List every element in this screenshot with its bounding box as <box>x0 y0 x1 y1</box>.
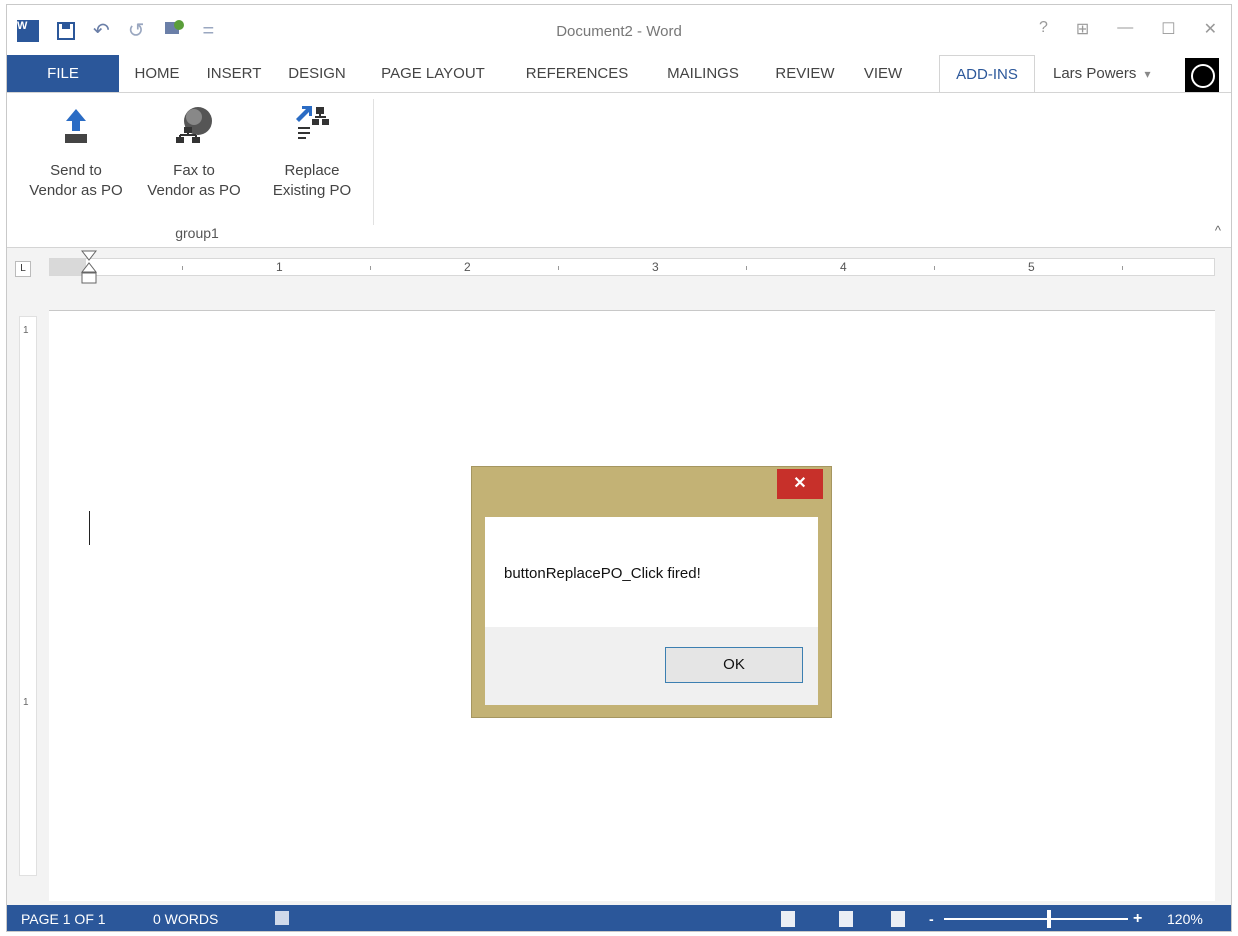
user-name: Lars Powers <box>1053 65 1137 82</box>
zoom-slider-thumb[interactable] <box>1047 910 1051 928</box>
ruler-number: 3 <box>652 260 659 274</box>
tab-selector[interactable]: L <box>15 261 31 277</box>
ruler-number: 4 <box>840 260 847 274</box>
horizontal-ruler[interactable]: 1 2 3 4 5 <box>49 258 1215 276</box>
ribbon-display-options-icon[interactable]: ⊞ <box>1076 19 1089 39</box>
user-account[interactable]: Lars Powers ▾ <box>1053 55 1151 93</box>
user-dropdown-icon[interactable]: ▾ <box>1145 67 1151 81</box>
message-box-dialog: ✕ buttonReplacePO_Click fired! OK <box>471 466 832 718</box>
upload-arrow-icon <box>21 107 131 145</box>
replace-existing-po-label-2: Existing PO <box>272 182 352 199</box>
minimize-icon[interactable]: — <box>1117 19 1133 39</box>
avatar[interactable] <box>1185 58 1219 92</box>
tab-review[interactable]: REVIEW <box>763 55 847 93</box>
tab-add-ins[interactable]: ADD-INS <box>939 55 1035 93</box>
tab-home[interactable]: HOME <box>127 55 187 93</box>
vertical-ruler-mark: 1 <box>23 697 29 708</box>
maximize-icon[interactable]: ☐ <box>1161 19 1175 39</box>
org-chart-arrow-icon <box>257 106 367 145</box>
tab-design[interactable]: DESIGN <box>279 55 355 93</box>
read-mode-icon[interactable] <box>781 911 795 927</box>
print-layout-icon[interactable] <box>839 911 853 927</box>
indent-marker[interactable] <box>80 250 98 284</box>
tab-references[interactable]: REFERENCES <box>513 55 641 93</box>
ruler-tick <box>934 266 935 270</box>
close-icon[interactable]: ✕ <box>1204 19 1217 39</box>
ribbon-add-ins-panel: Send to Vendor as PO Fax to Vendor as PO <box>7 92 1231 248</box>
group-separator <box>373 99 374 225</box>
ok-button[interactable]: OK <box>665 647 803 683</box>
word-window: W ↶ ↺ = Document2 - Word ? ⊞ — ☐ ✕ FILE … <box>6 4 1232 932</box>
tab-mailings[interactable]: MAILINGS <box>651 55 755 93</box>
proofing-icon[interactable] <box>275 911 289 925</box>
window-controls: ? ⊞ — ☐ ✕ <box>1039 19 1217 39</box>
ribbon-tabs: FILE HOME INSERT DESIGN PAGE LAYOUT REFE… <box>7 55 1231 93</box>
fax-to-vendor-label-1: Fax to <box>173 162 215 179</box>
word-count[interactable]: 0 WORDS <box>153 905 218 931</box>
zoom-level[interactable]: 120% <box>1167 905 1203 931</box>
collapse-ribbon-icon[interactable]: ^ <box>1215 223 1221 238</box>
zoom-in-button[interactable]: + <box>1133 905 1142 931</box>
status-bar: PAGE 1 OF 1 0 WORDS - + 120% <box>7 905 1231 931</box>
ruler-tick <box>182 266 183 270</box>
title-bar: W ↶ ↺ = Document2 - Word ? ⊞ — ☐ ✕ <box>7 5 1231 55</box>
page-count[interactable]: PAGE 1 OF 1 <box>21 905 106 931</box>
dialog-message: buttonReplacePO_Click fired! <box>504 565 701 582</box>
group-label: group1 <box>175 225 219 241</box>
web-layout-icon[interactable] <box>891 911 905 927</box>
dialog-close-button[interactable]: ✕ <box>777 469 823 499</box>
ruler-tick <box>370 266 371 270</box>
send-to-vendor-label-1: Send to <box>50 162 102 179</box>
fax-to-vendor-button[interactable]: Fax to Vendor as PO <box>139 107 249 201</box>
tab-page-layout[interactable]: PAGE LAYOUT <box>363 55 503 93</box>
help-icon[interactable]: ? <box>1039 19 1048 39</box>
ruler-tick <box>746 266 747 270</box>
ruler-tick <box>558 266 559 270</box>
ruler-number: 5 <box>1028 260 1035 274</box>
fax-to-vendor-label-2: Vendor as PO <box>147 182 241 199</box>
replace-existing-po-label-1: Replace <box>284 162 340 179</box>
network-globe-icon <box>139 107 249 145</box>
send-to-vendor-label-2: Vendor as PO <box>29 182 123 199</box>
send-to-vendor-button[interactable]: Send to Vendor as PO <box>21 107 131 201</box>
dialog-body: buttonReplacePO_Click fired! OK <box>485 517 818 705</box>
tab-insert[interactable]: INSERT <box>197 55 271 93</box>
vertical-ruler-mark: 1 <box>23 325 29 336</box>
ruler-tick <box>1122 266 1123 270</box>
text-cursor <box>89 511 90 545</box>
dialog-footer: OK <box>485 627 818 705</box>
zoom-slider-track[interactable] <box>944 918 1128 920</box>
ruler-number: 2 <box>464 260 471 274</box>
ruler-number: 1 <box>276 260 283 274</box>
tab-view[interactable]: VIEW <box>855 55 911 93</box>
zoom-out-button[interactable]: - <box>929 905 934 931</box>
horizontal-ruler-area: L 1 2 3 4 5 <box>7 248 1231 286</box>
replace-existing-po-button[interactable]: Replace Existing PO <box>257 106 367 201</box>
vertical-ruler[interactable]: 1 1 <box>19 316 37 876</box>
tab-file[interactable]: FILE <box>7 55 119 93</box>
